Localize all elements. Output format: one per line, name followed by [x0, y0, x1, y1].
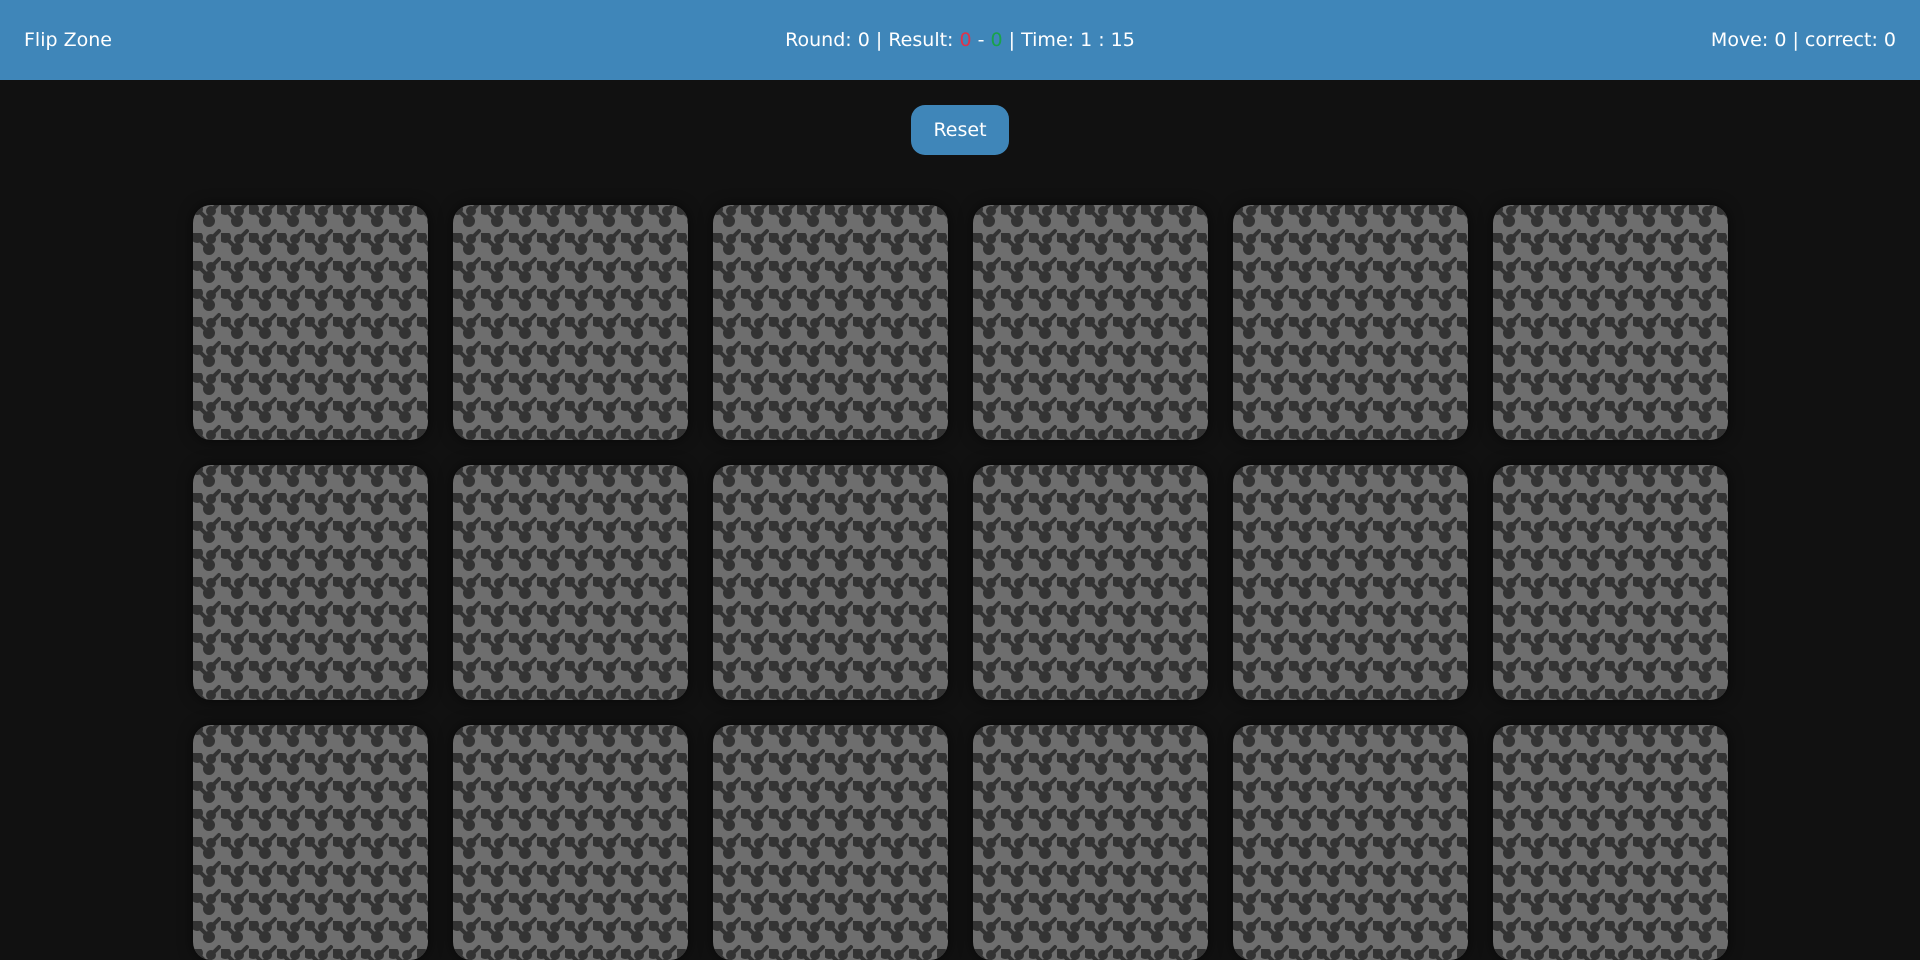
- result-label: Result:: [888, 29, 954, 51]
- result-dash: -: [977, 29, 985, 51]
- time-label: Time:: [1021, 29, 1075, 51]
- controls: Reset: [0, 105, 1920, 155]
- card-face-down[interactable]: [1233, 205, 1468, 440]
- card-board: [193, 205, 1728, 960]
- card-back-pattern-icon: [453, 205, 688, 440]
- result-right-value: 0: [990, 29, 1003, 51]
- card-face-down[interactable]: [453, 725, 688, 960]
- card-face-down[interactable]: [453, 205, 688, 440]
- card-face-down[interactable]: [973, 465, 1208, 700]
- round-value: 0: [857, 29, 870, 51]
- card-back-pattern-icon: [1233, 205, 1468, 440]
- card-back-pattern-icon: [973, 465, 1208, 700]
- card-face-down[interactable]: [193, 205, 428, 440]
- move-label: Move:: [1710, 29, 1769, 51]
- card-back-pattern-icon: [193, 725, 428, 960]
- separator: |: [875, 29, 883, 51]
- move-value: 0: [1774, 29, 1787, 51]
- card-back-pattern-icon: [193, 205, 428, 440]
- correct-value: 0: [1883, 29, 1896, 51]
- card-back-pattern-icon: [713, 725, 948, 960]
- card-face-down[interactable]: [713, 465, 948, 700]
- card-face-down[interactable]: [453, 465, 688, 700]
- time-value: 1 : 15: [1080, 29, 1135, 51]
- top-bar: Flip Zone Round: 0 | Result: 0 - 0 | Tim…: [0, 0, 1920, 80]
- correct-label: correct:: [1804, 29, 1878, 51]
- card-face-down[interactable]: [193, 725, 428, 960]
- game-status: Round: 0 | Result: 0 - 0 | Time: 1 : 15: [785, 0, 1135, 80]
- card-back-pattern-icon: [1493, 465, 1728, 700]
- card-back-pattern-icon: [193, 465, 428, 700]
- separator: |: [1008, 29, 1016, 51]
- card-back-pattern-icon: [453, 725, 688, 960]
- reset-button[interactable]: Reset: [911, 105, 1009, 155]
- card-face-down[interactable]: [713, 725, 948, 960]
- card-back-pattern-icon: [973, 205, 1208, 440]
- round-label: Round:: [785, 29, 852, 51]
- card-back-pattern-icon: [1493, 725, 1728, 960]
- card-face-down[interactable]: [713, 205, 948, 440]
- card-face-down[interactable]: [1233, 725, 1468, 960]
- card-face-down[interactable]: [1493, 725, 1728, 960]
- card-back-pattern-icon: [1233, 465, 1468, 700]
- card-back-pattern-icon: [713, 465, 948, 700]
- card-back-pattern-icon: [453, 465, 688, 700]
- card-face-down[interactable]: [973, 725, 1208, 960]
- card-face-down[interactable]: [973, 205, 1208, 440]
- separator: |: [1792, 29, 1799, 51]
- card-face-down[interactable]: [193, 465, 428, 700]
- move-stats: Move: 0 | correct: 0: [1711, 29, 1896, 51]
- card-back-pattern-icon: [1493, 205, 1728, 440]
- card-back-pattern-icon: [1233, 725, 1468, 960]
- card-back-pattern-icon: [973, 725, 1208, 960]
- card-face-down[interactable]: [1233, 465, 1468, 700]
- card-face-down[interactable]: [1493, 465, 1728, 700]
- app-title: Flip Zone: [24, 29, 112, 51]
- card-face-down[interactable]: [1493, 205, 1728, 440]
- result-left-value: 0: [959, 29, 972, 51]
- card-back-pattern-icon: [713, 205, 948, 440]
